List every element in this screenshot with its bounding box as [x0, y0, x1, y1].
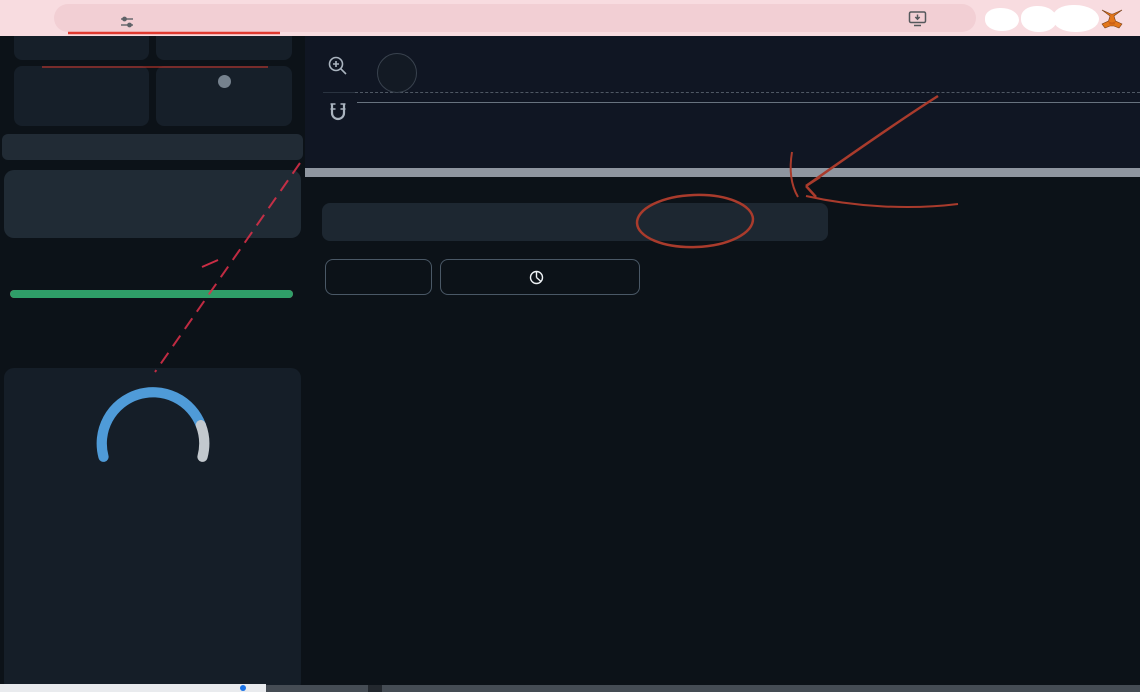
chart-resize-handle[interactable]	[305, 168, 1140, 177]
stat-card-liquidity	[14, 36, 149, 60]
holders-table-header	[305, 310, 1140, 349]
token-tabs	[322, 203, 828, 241]
time-axis-line	[357, 102, 1140, 103]
toolbar-divider	[323, 92, 355, 93]
stat-card-volume	[156, 36, 292, 60]
stat-card-volatility	[156, 66, 292, 126]
stat-card-total-supply	[14, 66, 149, 126]
zoom-in-icon[interactable]	[327, 55, 349, 77]
info-icon[interactable]	[217, 75, 231, 88]
price-dashed-line	[355, 92, 1140, 93]
main-panel	[305, 36, 1140, 692]
redacted-extension-icon	[1053, 5, 1099, 32]
address-bar[interactable]	[54, 4, 976, 32]
redacted-extension-icon	[1021, 6, 1057, 32]
horizontal-scrollbar[interactable]	[266, 685, 1140, 692]
buy-ratio-fill	[10, 290, 293, 298]
dextscore-card	[4, 368, 301, 692]
install-app-icon[interactable]	[908, 10, 927, 27]
volatility-label	[156, 75, 292, 92]
browser-toolbar	[0, 0, 1140, 36]
token-sidebar	[0, 36, 305, 692]
more-info-button[interactable]	[2, 134, 303, 160]
magnet-icon[interactable]	[328, 102, 348, 124]
bubblemaps-button[interactable]	[325, 259, 432, 295]
token-holders-chart-button[interactable]	[440, 259, 640, 295]
audit-header	[22, 558, 287, 586]
redacted-extension-icon	[985, 8, 1019, 31]
price-chart	[305, 36, 1140, 168]
timeframe-selector	[4, 170, 301, 238]
dextscore-gauge	[88, 380, 218, 462]
tradingview-logo[interactable]	[377, 53, 417, 93]
holders-table	[305, 310, 1140, 349]
buy-sell-ratio-bar	[10, 290, 293, 298]
bottom-blue-dot	[240, 685, 246, 691]
sidebar-bottom-strip	[0, 684, 266, 692]
pie-chart-icon	[529, 270, 543, 284]
site-info-icon[interactable]	[120, 15, 134, 29]
metamask-icon[interactable]	[1100, 7, 1124, 31]
scrollbar-notch	[368, 685, 382, 692]
